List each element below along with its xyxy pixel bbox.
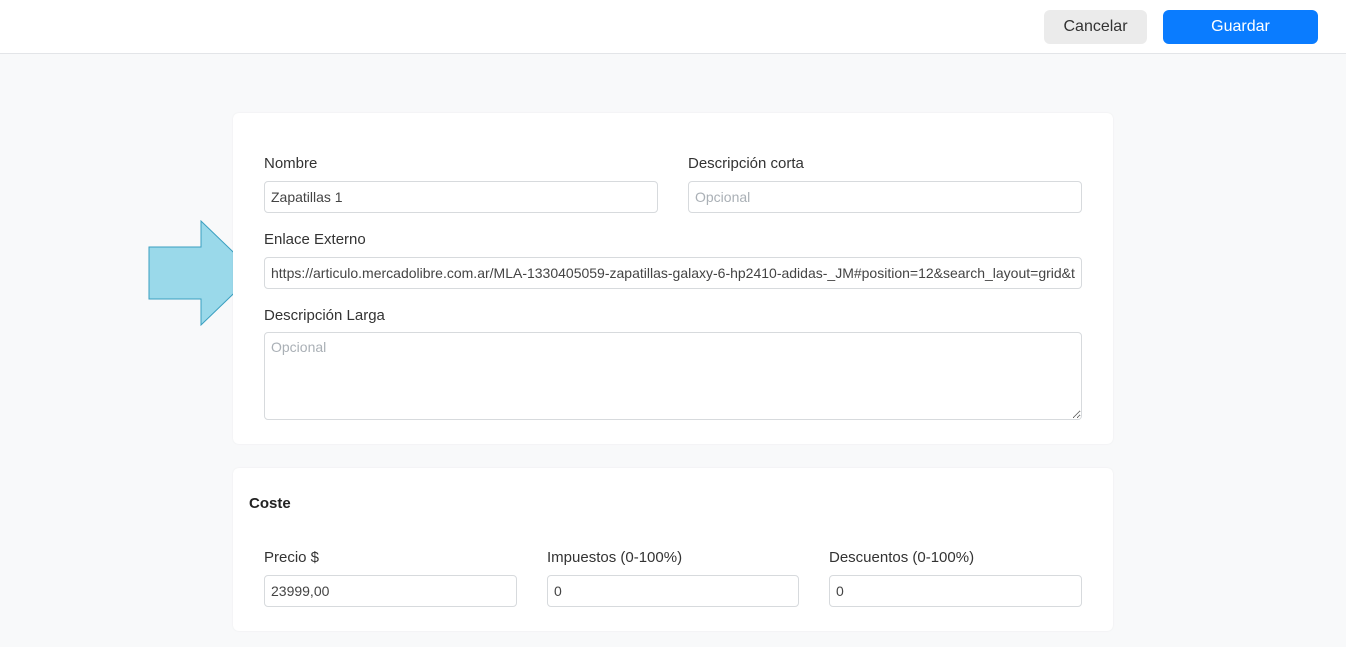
price-input[interactable] (264, 575, 517, 607)
save-button[interactable]: Guardar (1163, 10, 1318, 44)
cancel-button[interactable]: Cancelar (1044, 10, 1147, 44)
taxes-input[interactable] (547, 575, 799, 607)
general-info-card: Nombre Descripción corta Enlace Externo … (233, 113, 1113, 444)
long-description-textarea[interactable] (264, 332, 1082, 420)
name-label: Nombre (264, 155, 318, 172)
external-link-input[interactable] (264, 257, 1082, 289)
cost-section-title: Coste (249, 495, 291, 512)
long-description-label: Descripción Larga (264, 307, 385, 324)
external-link-label: Enlace Externo (264, 231, 366, 248)
discounts-label: Descuentos (0-100%) (829, 549, 975, 566)
cost-card: Coste Precio $ Impuestos (0-100%) Descue… (233, 468, 1113, 631)
top-bar: Cancelar Guardar (0, 0, 1346, 54)
discounts-input[interactable] (829, 575, 1082, 607)
short-description-input[interactable] (688, 181, 1082, 213)
short-description-label: Descripción corta (688, 155, 804, 172)
taxes-label: Impuestos (0-100%) (547, 549, 683, 566)
name-input[interactable] (264, 181, 658, 213)
price-label: Precio $ (264, 549, 320, 566)
